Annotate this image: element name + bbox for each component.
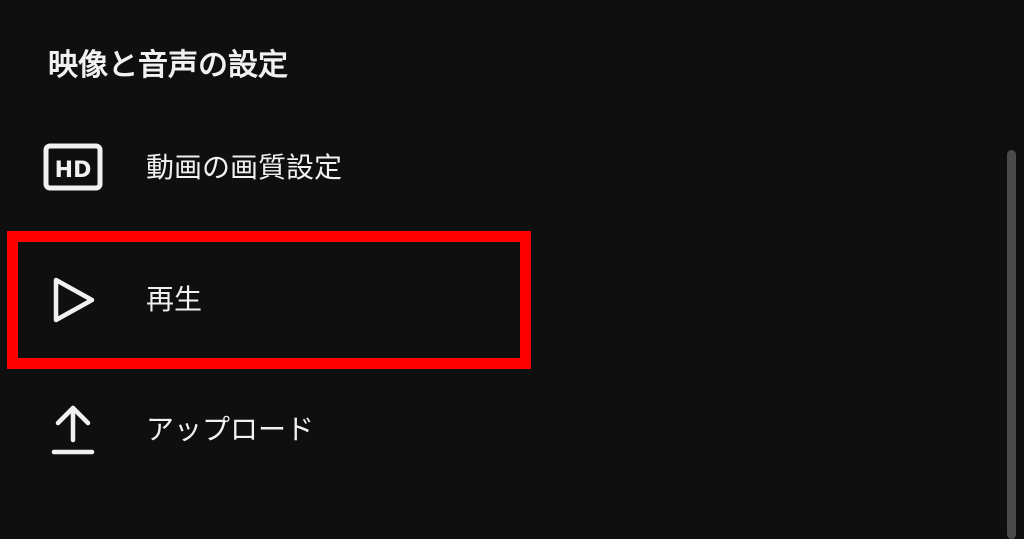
menu-item-label: 再生 [146, 283, 203, 316]
menu-item-video-quality[interactable]: HD 動画の画質設定 [0, 113, 990, 223]
menu-item-label: アップロード [146, 413, 315, 446]
hd-icon: HD [42, 137, 104, 199]
upload-icon [42, 399, 104, 461]
menu-item-upload[interactable]: アップロード [0, 375, 990, 485]
section-title: 映像と音声の設定 [48, 48, 288, 83]
svg-text:HD: HD [55, 158, 92, 183]
menu-item-label: 動画の画質設定 [146, 151, 343, 184]
scrollbar[interactable] [1000, 0, 1024, 539]
scrollbar-thumb[interactable] [1007, 150, 1016, 539]
play-icon [42, 269, 104, 331]
menu-item-playback[interactable]: 再生 [0, 245, 990, 355]
